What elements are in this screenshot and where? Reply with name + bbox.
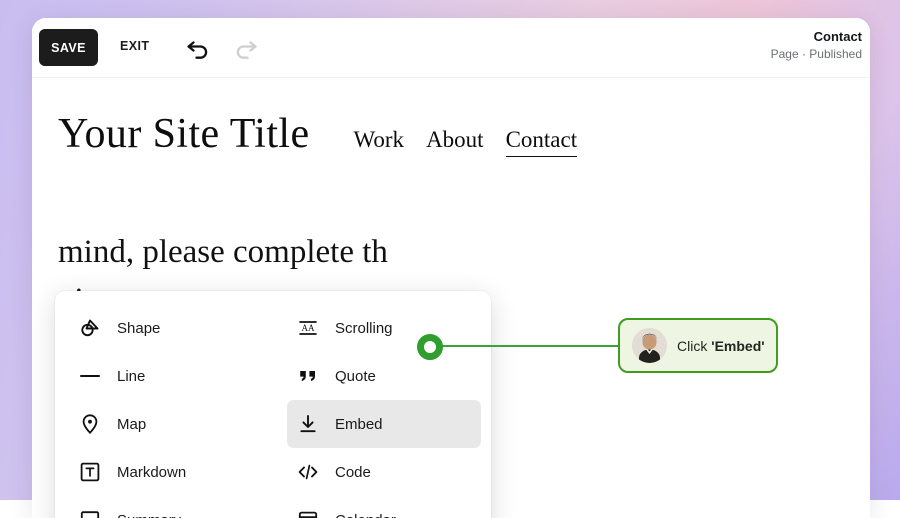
redo-button: [232, 35, 260, 61]
map-pin-icon: [79, 413, 101, 435]
embed-download-icon: [297, 413, 319, 435]
menu-item-label: Calendar: [335, 512, 396, 518]
nav-link-work[interactable]: Work: [354, 127, 405, 156]
block-insert-menu: Shape Line: [55, 291, 491, 518]
menu-item-label: Summary: [117, 512, 181, 518]
app-window: SAVE EXIT Contact Page · Published Your …: [32, 18, 870, 518]
site-preview-canvas: Your Site Title Work About Contact mind,…: [32, 78, 870, 518]
block-menu-right-column: AA Scrolling Quote: [273, 304, 491, 518]
menu-item-label: Line: [117, 368, 145, 385]
menu-item-label: Shape: [117, 320, 160, 337]
shape-icon: [79, 317, 101, 339]
calendar-icon: [297, 509, 319, 518]
menu-item-label: Markdown: [117, 464, 186, 481]
editor-toolbar: SAVE EXIT Contact Page · Published: [32, 18, 870, 78]
redo-arrow-icon: [232, 35, 260, 61]
scrolling-text-icon: AA: [297, 317, 319, 339]
menu-item-label: Embed: [335, 416, 383, 433]
site-title: Your Site Title: [58, 110, 310, 158]
nav-link-contact[interactable]: Contact: [506, 127, 578, 157]
menu-item-shape[interactable]: Shape: [69, 304, 263, 352]
menu-item-label: Code: [335, 464, 371, 481]
save-button[interactable]: SAVE: [39, 29, 98, 66]
menu-item-markdown[interactable]: Markdown: [69, 448, 263, 496]
page-status-badge: Page · Published: [771, 47, 862, 62]
nav-link-about[interactable]: About: [426, 127, 484, 156]
menu-item-summary[interactable]: Summary: [69, 496, 263, 518]
svg-text:AA: AA: [302, 323, 315, 333]
page-title: Contact: [771, 29, 862, 45]
menu-item-embed[interactable]: Embed: [287, 400, 481, 448]
menu-item-label: Quote: [335, 368, 376, 385]
menu-item-map[interactable]: Map: [69, 400, 263, 448]
menu-item-code[interactable]: Code: [287, 448, 481, 496]
block-menu-left-column: Shape Line: [55, 304, 273, 518]
menu-item-quote[interactable]: Quote: [287, 352, 481, 400]
menu-item-line[interactable]: Line: [69, 352, 263, 400]
site-body-line-1: mind, please complete th: [58, 228, 870, 276]
site-nav: Work About Contact: [354, 127, 578, 157]
page-status: Contact Page · Published: [771, 29, 862, 62]
menu-item-calendar[interactable]: Calendar: [287, 496, 481, 518]
markdown-icon: [79, 461, 101, 483]
code-icon: [297, 461, 319, 483]
summary-icon: [79, 509, 101, 518]
site-header: Your Site Title Work About Contact: [58, 110, 850, 158]
undo-arrow-icon: [184, 35, 212, 61]
undo-button[interactable]: [184, 35, 212, 61]
line-icon: [79, 365, 101, 387]
menu-item-label: Scrolling: [335, 320, 393, 337]
quote-icon: [297, 365, 319, 387]
menu-item-scrolling[interactable]: AA Scrolling: [287, 304, 481, 352]
menu-item-label: Map: [117, 416, 146, 433]
exit-button[interactable]: EXIT: [120, 39, 149, 53]
